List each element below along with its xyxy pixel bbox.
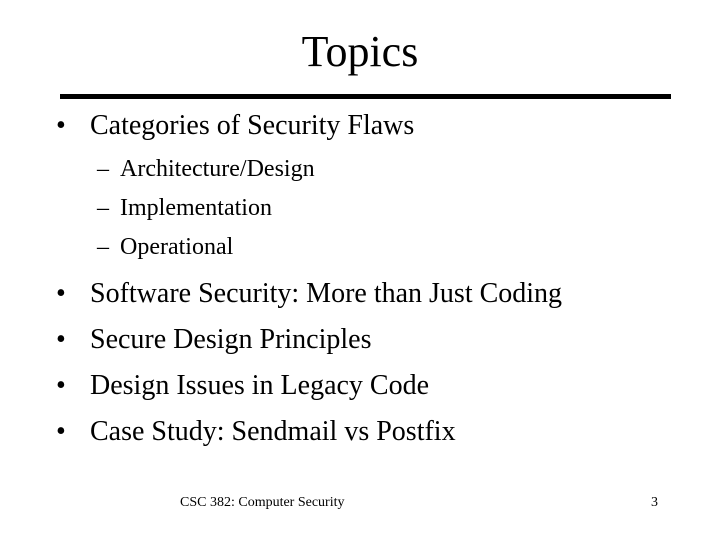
bullet-text: Categories of Security Flaws [90, 110, 415, 141]
footer-course-title: CSC 382: Computer Security [180, 495, 345, 510]
dash-icon: – [97, 195, 109, 221]
bullet-icon: • [56, 110, 66, 141]
sub-item-text: Implementation [120, 195, 272, 221]
bullet-icon: • [56, 416, 66, 447]
bullet-icon: • [56, 278, 66, 309]
bullet-icon: • [56, 370, 66, 401]
slide: Topics • Categories of Security Flaws – … [0, 0, 720, 540]
bullet-text: Software Security: More than Just Coding [90, 278, 563, 309]
slide-title: Topics [301, 27, 419, 76]
bullet-icon: • [56, 324, 66, 355]
dash-icon: – [97, 156, 109, 182]
dash-icon: – [97, 234, 109, 260]
title-divider [60, 94, 671, 99]
bullet-text: Design Issues in Legacy Code [90, 370, 430, 401]
bullet-text: Case Study: Sendmail vs Postfix [90, 416, 456, 447]
page-number: 3 [651, 495, 658, 510]
sub-item-text: Architecture/Design [120, 156, 315, 182]
bullet-text: Secure Design Principles [90, 324, 372, 355]
sub-item-text: Operational [120, 234, 234, 260]
